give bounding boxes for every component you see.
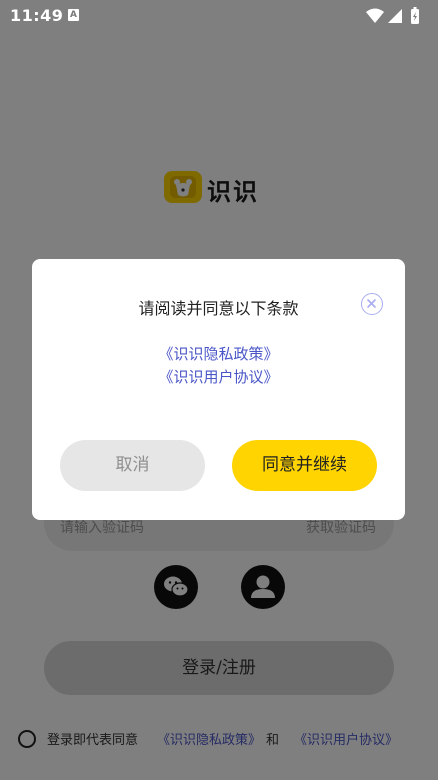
terms-dialog: 请阅读并同意以下条款 《识识隐私政策》 《识识用户协议》 取消 同意并继续 (32, 259, 405, 520)
dialog-title: 请阅读并同意以下条款 (138, 299, 299, 318)
battery-icon (411, 7, 419, 24)
cellular-signal-icon (388, 9, 402, 23)
agree-and-continue-button[interactable]: 同意并继续 (232, 440, 377, 491)
cancel-button[interactable]: 取消 (60, 440, 205, 491)
status-bar: 11:49 A (0, 0, 438, 32)
status-icons (366, 7, 419, 24)
dialog-privacy-policy-link[interactable]: 《识识隐私政策》 (32, 343, 405, 364)
close-icon (367, 299, 376, 308)
dialog-user-agreement-link[interactable]: 《识识用户协议》 (32, 366, 405, 387)
wifi-icon (366, 8, 384, 23)
notification-icon: A (68, 9, 79, 21)
close-button[interactable] (361, 293, 383, 315)
status-time: 11:49 (10, 6, 64, 25)
